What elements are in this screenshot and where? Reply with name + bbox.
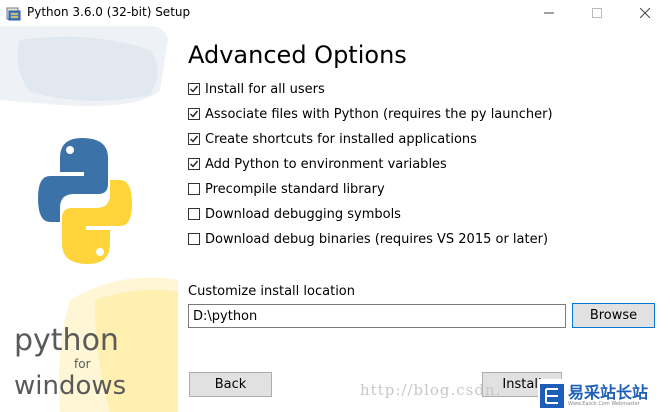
- branding-panel: python for windows: [0, 26, 178, 412]
- brand-windows-text: windows: [14, 371, 126, 401]
- checkmark-icon: [190, 85, 199, 93]
- checkbox[interactable]: [188, 133, 200, 145]
- option-row[interactable]: Precompile standard library: [188, 180, 385, 198]
- option-row[interactable]: Download debug binaries (requires VS 201…: [188, 230, 548, 248]
- checkbox[interactable]: [188, 83, 200, 95]
- title-bar: Python 3.6.0 (32-bit) Setup: [0, 0, 670, 26]
- option-row[interactable]: Create shortcuts for installed applicati…: [188, 130, 477, 148]
- page-title: Advanced Options: [188, 41, 407, 69]
- branding-art: python for windows: [0, 26, 178, 412]
- installer-icon: [6, 7, 21, 21]
- checkbox[interactable]: [188, 208, 200, 220]
- site-logo-icon: [540, 383, 564, 408]
- site-logo: 易采站长站 Www.Easck.Com Webmaster: [538, 379, 670, 412]
- option-row[interactable]: Associate files with Python (requires th…: [188, 105, 553, 123]
- site-logo-cn: 易采站长站: [568, 383, 649, 402]
- maximize-icon: [592, 8, 602, 18]
- checkbox[interactable]: [188, 158, 200, 170]
- maximize-button[interactable]: [574, 0, 620, 26]
- browse-button[interactable]: Browse: [572, 303, 655, 328]
- option-label: Download debug binaries (requires VS 201…: [205, 231, 549, 247]
- checkbox[interactable]: [188, 108, 200, 120]
- window-title: Python 3.6.0 (32-bit) Setup: [27, 5, 191, 19]
- option-label: Install for all users: [205, 81, 325, 97]
- minimize-button[interactable]: [526, 0, 572, 26]
- checkbox[interactable]: [188, 183, 200, 195]
- checkbox[interactable]: [188, 233, 200, 245]
- option-label: Create shortcuts for installed applicati…: [205, 131, 477, 147]
- brand-for-text: for: [74, 357, 91, 371]
- option-label: Add Python to environment variables: [205, 156, 447, 172]
- install-location-input[interactable]: [188, 304, 566, 328]
- brand-python-text: python: [14, 323, 119, 358]
- checkmark-icon: [190, 135, 199, 143]
- install-location-label: Customize install location: [188, 284, 355, 299]
- minimize-icon: [544, 12, 554, 14]
- close-button[interactable]: [622, 0, 668, 26]
- watermark-text: http://blog.csdn.: [360, 381, 502, 399]
- option-row[interactable]: Install for all users: [188, 80, 325, 98]
- close-icon: [640, 8, 650, 18]
- checkmark-icon: [190, 160, 199, 168]
- option-label: Download debugging symbols: [205, 206, 401, 222]
- site-logo-en: Www.Easck.Com Webmaster: [568, 401, 640, 407]
- option-row[interactable]: Add Python to environment variables: [188, 155, 447, 173]
- option-label: Precompile standard library: [205, 181, 385, 197]
- checkmark-icon: [190, 110, 199, 118]
- python-logo: [38, 138, 132, 264]
- option-row[interactable]: Download debugging symbols: [188, 205, 401, 223]
- option-label: Associate files with Python (requires th…: [205, 106, 553, 122]
- back-button[interactable]: Back: [189, 372, 272, 397]
